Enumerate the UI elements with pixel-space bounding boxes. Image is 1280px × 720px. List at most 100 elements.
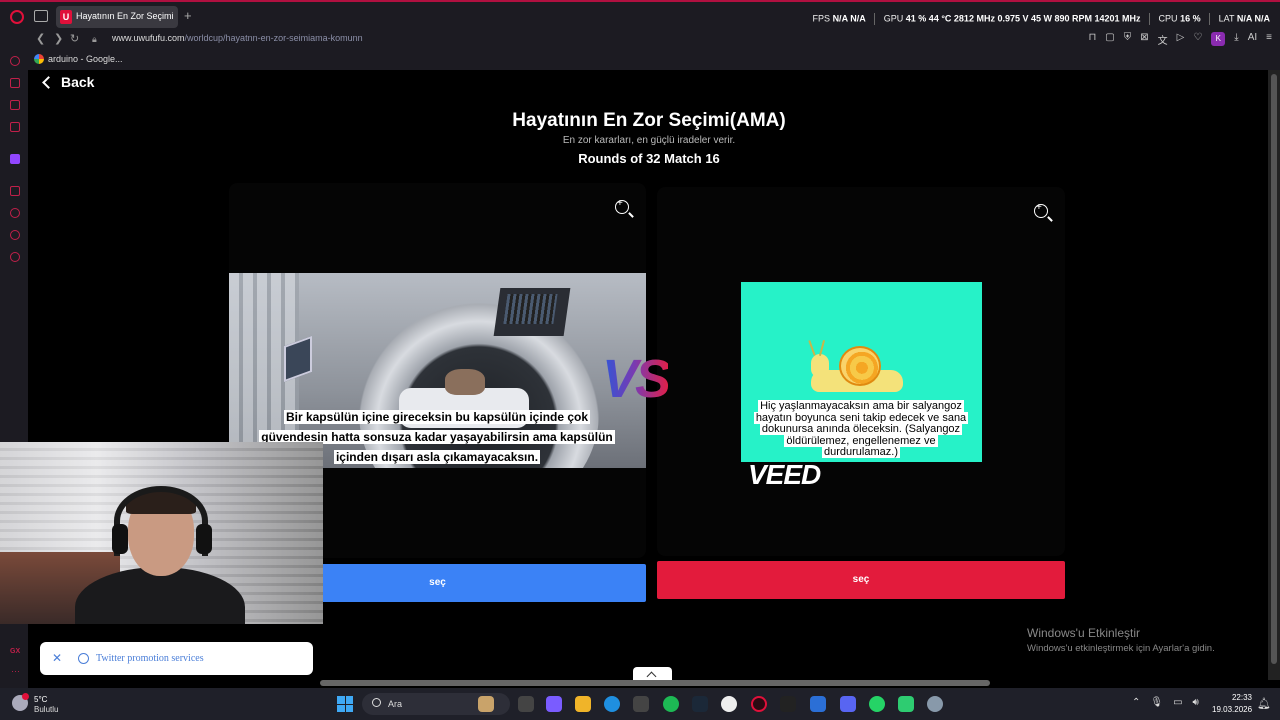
back-button[interactable]: Back <box>42 74 95 90</box>
chrome-icon[interactable] <box>721 696 737 712</box>
fps-label: FPS <box>812 13 831 24</box>
round-info: Rounds of 32 Match 16 <box>578 151 720 166</box>
download-icon[interactable]: ⤓ <box>1234 32 1238 47</box>
lat-value: N/A N/A <box>1236 13 1270 24</box>
network-icon[interactable]: ▭ <box>1173 697 1182 708</box>
taskbar-clock[interactable]: 22:33 19.03.2026 <box>1212 693 1252 714</box>
shield-icon[interactable]: ⛨ <box>1124 32 1132 47</box>
back-nav-icon[interactable]: ❮ <box>36 32 45 45</box>
select-right-button[interactable]: seç <box>657 561 1065 599</box>
windows-activation-watermark: Windows'u Etkinleştir Windows'u etkinleş… <box>1027 626 1215 654</box>
edge-icon[interactable] <box>604 696 620 712</box>
fps-value: N/A N/A <box>832 13 866 24</box>
menu-icon[interactable]: ≡ <box>1266 32 1272 47</box>
copilot-icon[interactable] <box>546 696 562 712</box>
speed-dial-icon[interactable] <box>10 56 20 66</box>
cpu-label: CPU <box>1158 13 1178 24</box>
discord-icon[interactable] <box>840 696 856 712</box>
veed-watermark: VEED <box>748 459 821 490</box>
bell-icon[interactable]: 🔔︎ <box>1257 697 1271 710</box>
history-icon[interactable] <box>10 208 20 218</box>
translate-icon[interactable]: 文 <box>1158 32 1168 47</box>
news-widget-icon[interactable] <box>478 696 494 712</box>
store-icon[interactable] <box>633 696 649 712</box>
gx-control-icon[interactable] <box>10 78 20 88</box>
page-subtitle: En zor kararları, en güçlü iradeler veri… <box>562 135 736 146</box>
clock-time: 22:33 <box>1231 693 1252 702</box>
weather-description: Bulutlu <box>34 705 59 714</box>
url-field[interactable]: www.uwufufu.com/worldcup/hayatnn-en-zor-… <box>112 33 363 43</box>
tab-title: Hayatının En Zor Seçimi(AMA) <box>76 11 174 21</box>
toast-text: Twitter promotion services <box>96 653 204 664</box>
microphone-icon[interactable]: 🎙︎ <box>1150 697 1163 708</box>
close-box-icon[interactable]: ⊠ <box>1140 32 1148 47</box>
browser-tab-active[interactable]: U Hayatının En Zor Seçimi(AMA) <box>56 6 178 28</box>
sidebar-more-icon[interactable]: ··· <box>11 666 20 676</box>
settings-icon[interactable] <box>10 252 20 262</box>
epic-games-icon[interactable] <box>780 696 796 712</box>
volume-icon[interactable]: 🔊︎ <box>1193 697 1199 708</box>
hardware-stats-overlay: FPS N/A N/A GPU 41 % 44 °C 2812 MHz 0.97… <box>813 13 1270 25</box>
gx-label[interactable]: GX <box>10 648 20 655</box>
vs-label: VS <box>602 349 671 409</box>
extensions-icon[interactable] <box>10 230 20 240</box>
google-icon <box>34 54 44 64</box>
pin-icon[interactable]: ⊓ <box>1088 32 1096 47</box>
info-icon <box>78 653 89 664</box>
messenger-icon[interactable] <box>10 100 20 110</box>
browser-tab-bar: U Hayatının En Zor Seçimi(AMA) + FPS N/A… <box>0 0 1280 30</box>
bookmarks-bar: arduino - Google... <box>28 50 1280 70</box>
uwufufu-favicon-icon: U <box>60 10 72 24</box>
start-button-icon[interactable] <box>337 696 353 712</box>
weather-temperature: 5°C <box>34 695 48 704</box>
zoom-in-icon[interactable] <box>1034 202 1048 218</box>
bookmark-arduino[interactable]: arduino - Google... <box>48 54 123 64</box>
snapshot-icon[interactable]: ▢ <box>1105 32 1114 47</box>
settings-gear-icon[interactable] <box>927 696 943 712</box>
opera-logo-icon[interactable] <box>10 10 24 24</box>
headset-icon <box>114 486 208 556</box>
webcam-overlay <box>0 442 323 624</box>
workspaces-icon[interactable] <box>34 10 48 22</box>
close-icon[interactable]: ✕ <box>52 651 62 665</box>
opera-gx-icon[interactable] <box>751 696 767 712</box>
app-icon[interactable] <box>810 696 826 712</box>
snail-icon <box>839 346 881 386</box>
task-view-icon[interactable] <box>518 696 534 712</box>
chevron-up-icon[interactable]: ⌃ <box>1132 697 1140 708</box>
heart-icon[interactable]: ♡ <box>1193 32 1202 47</box>
horizontal-scrollbar[interactable] <box>320 680 990 686</box>
search-placeholder: Ara <box>388 699 403 709</box>
gpu-values: 41 % 44 °C 2812 MHz 0.975 V 45 W 890 RPM… <box>905 13 1141 24</box>
activation-title: Windows'u Etkinleştir <box>1027 626 1140 640</box>
whatsapp-icon[interactable] <box>869 696 885 712</box>
ai-button[interactable]: AI <box>1248 32 1257 47</box>
forward-nav-icon[interactable]: ❯ <box>54 32 63 45</box>
search-icon <box>372 698 381 707</box>
chevron-left-icon <box>42 75 55 89</box>
address-bar: ❮ ❯ ↻ 🔒︎ www.uwufufu.com/worldcup/hayatn… <box>0 30 1280 50</box>
windows-taskbar: 5°C Bulutlu Ara ⌃ 🎙︎ ▭ 🔊︎ 22:33 19.03.20… <box>0 688 1280 720</box>
zoom-in-icon[interactable] <box>615 198 629 214</box>
reload-icon[interactable]: ↻ <box>70 32 79 45</box>
url-path: /worldcup/hayatnn-en-zor-seimiama-komunn <box>184 33 363 43</box>
gpu-label: GPU <box>883 13 904 24</box>
activation-subtitle: Windows'u etkinleştirmek için Ayarlar'a … <box>1027 643 1215 654</box>
new-tab-icon[interactable]: + <box>184 8 192 23</box>
cpu-value: 16 % <box>1180 13 1201 24</box>
file-explorer-icon[interactable] <box>575 696 591 712</box>
address-bar-actions: ⊓ ▢ ⛨ ⊠ 文 ▷ ♡ K ⤓ AI ≡ <box>1088 32 1272 47</box>
spotify-icon[interactable] <box>663 696 679 712</box>
clock-date: 19.03.2026 <box>1212 705 1253 714</box>
app-green-icon[interactable] <box>898 696 914 712</box>
profile-avatar[interactable]: K <box>1211 32 1226 46</box>
steam-icon[interactable] <box>692 696 708 712</box>
notification-badge <box>22 693 29 700</box>
choice-caption-right: Hiç yaşlanmayacaksın ama bir salyangoz h… <box>753 400 969 459</box>
lock-icon: 🔒︎ <box>92 34 97 44</box>
network-icon[interactable] <box>10 186 20 196</box>
notification-toast[interactable]: ✕ Twitter promotion services <box>40 642 313 675</box>
back-label: Back <box>61 74 95 90</box>
system-tray: ⌃ 🎙︎ ▭ 🔊︎ <box>1132 697 1199 708</box>
play-icon[interactable]: ▷ <box>1177 32 1185 47</box>
